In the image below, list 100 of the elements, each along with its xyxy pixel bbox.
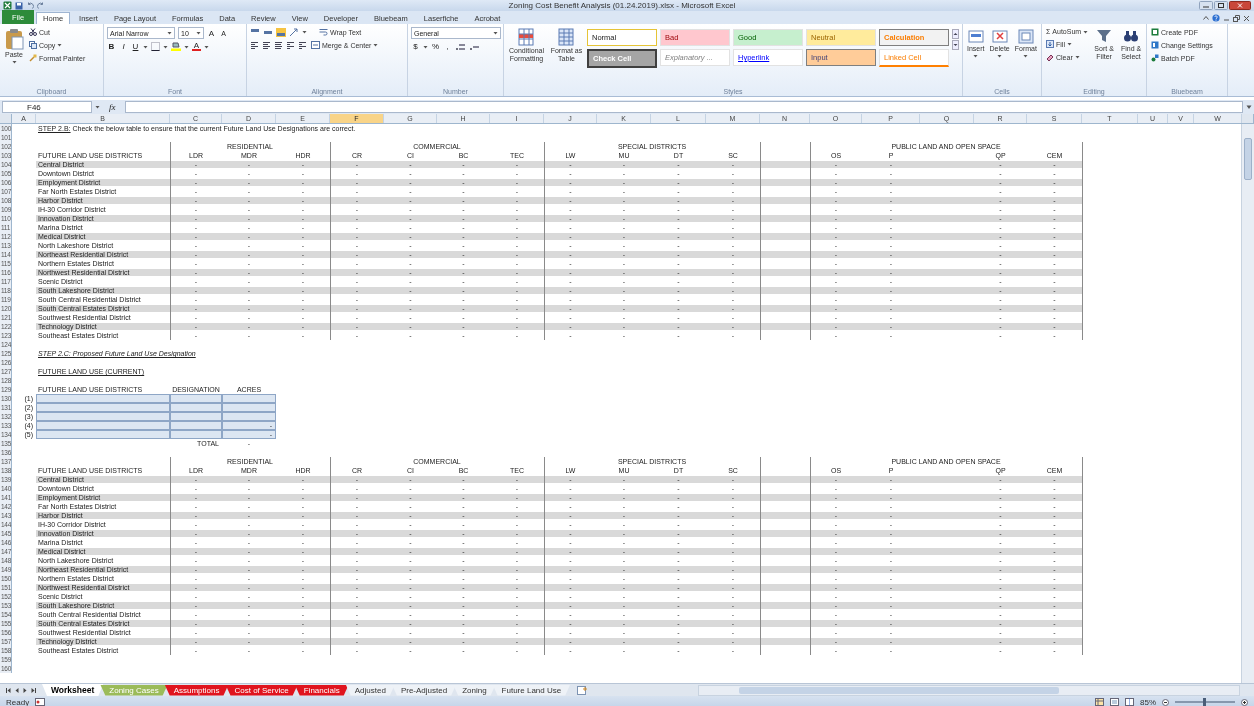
caret-icon[interactable]	[163, 44, 168, 49]
zoom-in-icon[interactable]	[1241, 698, 1248, 706]
horizontal-scrollbar[interactable]	[698, 684, 1240, 696]
vertical-scrollbar[interactable]	[1241, 124, 1254, 683]
caret-icon[interactable]	[302, 30, 307, 34]
eraser-icon	[1046, 53, 1054, 61]
caret-icon[interactable]	[95, 105, 100, 109]
caret-icon[interactable]	[997, 54, 1003, 58]
input-cell[interactable]	[170, 430, 222, 439]
paintbrush-icon	[29, 54, 37, 62]
input-cell[interactable]	[222, 394, 276, 403]
macro-record-icon[interactable]	[35, 698, 46, 706]
input-cell[interactable]	[36, 421, 170, 430]
caret-icon[interactable]	[1074, 55, 1080, 59]
scroll-up-icon[interactable]	[952, 29, 959, 39]
underline-button[interactable]: U	[131, 42, 140, 51]
caret-icon[interactable]	[973, 54, 979, 58]
caret-icon[interactable]	[167, 31, 172, 35]
sheet-tab[interactable]: Zoning	[453, 684, 496, 696]
close-icon[interactable]	[1243, 14, 1250, 22]
caret-icon[interactable]	[57, 43, 63, 47]
help-icon[interactable]	[1212, 14, 1220, 22]
next-sheet-icon[interactable]	[22, 686, 28, 694]
first-sheet-icon[interactable]	[6, 686, 12, 694]
insert-function-button[interactable]: fx	[103, 102, 122, 112]
input-cell[interactable]	[170, 394, 222, 403]
merge-icon	[311, 41, 320, 49]
caret-icon[interactable]	[143, 44, 148, 49]
caret-icon[interactable]	[204, 44, 209, 49]
input-cell[interactable]	[36, 412, 170, 421]
input-cell[interactable]	[222, 403, 276, 412]
input-cell[interactable]	[170, 403, 222, 412]
zoom-level[interactable]: 85%	[1140, 697, 1156, 706]
name-box[interactable]: F46	[2, 101, 92, 113]
input-cell[interactable]	[170, 412, 222, 421]
orientation-icon[interactable]	[289, 27, 299, 37]
normal-view-icon[interactable]	[1095, 698, 1104, 706]
decrease-indent-icon[interactable]	[286, 41, 295, 49]
caret-icon[interactable]	[1066, 42, 1072, 46]
input-cell[interactable]	[222, 412, 276, 421]
fill-color-icon[interactable]	[171, 42, 181, 51]
page-break-view-icon[interactable]	[1125, 698, 1134, 706]
caret-icon[interactable]	[373, 43, 379, 47]
formula-input[interactable]	[124, 101, 1243, 113]
percent-button[interactable]: %	[431, 42, 440, 51]
scroll-down-icon[interactable]	[952, 40, 959, 50]
sheet-tab[interactable]: Financials	[294, 684, 349, 696]
italic-button[interactable]: I	[119, 42, 128, 51]
insert-sheet-icon[interactable]	[577, 685, 589, 695]
caret-icon[interactable]	[1023, 54, 1029, 58]
caret-icon[interactable]	[11, 60, 17, 64]
sheet-tab[interactable]: Assumptions	[164, 684, 229, 696]
sheet-tab[interactable]: Adjusted	[345, 684, 395, 696]
table-highlight-icon	[518, 28, 535, 46]
zoom-out-icon[interactable]	[1162, 698, 1169, 706]
close-icon[interactable]	[1229, 1, 1251, 10]
redo-icon[interactable]	[37, 1, 45, 10]
sheet-tab[interactable]: Future Land Use	[492, 684, 571, 696]
clipboard-icon	[4, 28, 24, 50]
increase-decimal-icon[interactable]	[455, 42, 466, 51]
last-sheet-icon[interactable]	[30, 686, 36, 694]
sheet-tab[interactable]: Cost of Service	[225, 684, 298, 696]
comma-button[interactable]: ,	[443, 42, 452, 51]
borders-icon[interactable]	[151, 42, 160, 51]
table-icon	[558, 28, 575, 46]
caret-icon[interactable]	[493, 31, 498, 35]
font-color-button[interactable]: A	[192, 42, 201, 51]
sheet-tab[interactable]: Pre-Adjusted	[391, 684, 457, 696]
input-cell[interactable]	[36, 430, 170, 439]
maximize-icon[interactable]	[1214, 1, 1228, 10]
input-cell[interactable]	[36, 403, 170, 412]
input-cell[interactable]	[170, 421, 222, 430]
sheet-tab[interactable]: Worksheet	[42, 684, 104, 696]
restore-icon[interactable]	[1233, 14, 1240, 22]
previous-sheet-icon[interactable]	[14, 686, 20, 694]
zoom-slider-thumb[interactable]	[1203, 698, 1207, 706]
bold-button[interactable]: B	[107, 42, 116, 51]
binoculars-icon	[1123, 28, 1140, 44]
batch-icon	[1151, 54, 1159, 62]
window-title: Zoning Cost Benefit Analysis (01.24.2019).xlsx - Microsoft Excel	[507, 1, 737, 10]
caret-icon[interactable]	[196, 31, 201, 35]
increase-indent-icon[interactable]	[298, 41, 307, 49]
currency-button[interactable]: $	[411, 42, 420, 51]
grow-font-button[interactable]: A	[207, 28, 216, 38]
collapse-ribbon-icon[interactable]	[1203, 15, 1209, 21]
caret-icon[interactable]	[423, 44, 428, 49]
align-left-icon[interactable]	[250, 41, 259, 49]
app-icon[interactable]	[3, 1, 12, 10]
caret-icon[interactable]	[184, 44, 189, 49]
fill-down-icon	[1046, 40, 1054, 48]
input-cell[interactable]	[36, 394, 170, 403]
align-center-icon[interactable]	[262, 41, 271, 49]
expand-icon[interactable]	[1246, 104, 1252, 110]
undo-icon[interactable]	[26, 1, 34, 10]
caret-icon[interactable]	[1083, 29, 1089, 34]
scissors-icon	[29, 28, 37, 36]
page-layout-view-icon[interactable]	[1110, 698, 1119, 706]
align-right-icon[interactable]	[274, 41, 283, 49]
align-bottom-icon[interactable]	[276, 27, 286, 37]
save-icon[interactable]	[15, 1, 23, 10]
